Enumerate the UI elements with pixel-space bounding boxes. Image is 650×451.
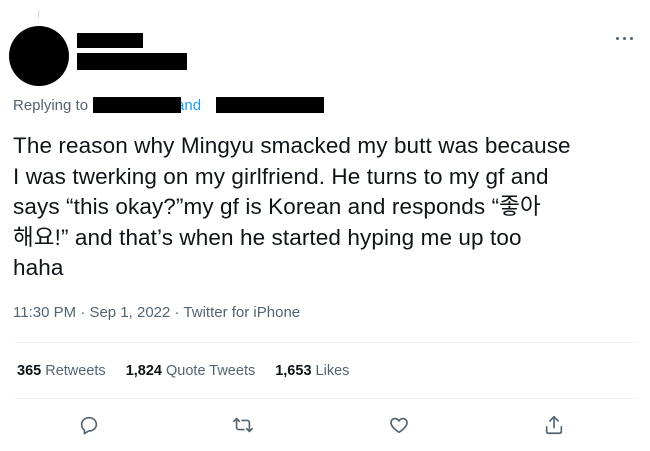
retweets-stat[interactable]: 365 Retweets — [17, 363, 106, 379]
redacted-mention-1[interactable] — [93, 97, 181, 113]
tweet-meta: 11:30 PM · Sep 1, 2022 · Twitter for iPh… — [13, 304, 301, 321]
engagement-stats: 365 Retweets 1,824 Quote Tweets 1,653 Like… — [17, 363, 369, 379]
divider-bottom — [13, 398, 637, 399]
likes-stat[interactable]: 1,653 Likes — [275, 363, 349, 379]
tweet-date[interactable]: Sep 1, 2022 — [89, 304, 170, 321]
retweet-icon — [233, 417, 253, 433]
divider-top — [13, 342, 637, 343]
action-bar — [0, 410, 650, 440]
tweet-time[interactable]: 11:30 PM — [13, 304, 76, 321]
like-button[interactable] — [384, 410, 414, 440]
redacted-mention-2[interactable] — [216, 97, 324, 113]
reply-icon — [80, 416, 98, 435]
share-icon — [545, 415, 563, 435]
retweet-button[interactable] — [228, 410, 258, 440]
more-horizontal-icon — [616, 37, 619, 40]
replying-to-label: Replying to — [13, 97, 89, 114]
avatar[interactable] — [9, 26, 69, 86]
more-options-button[interactable] — [612, 28, 638, 48]
reply-button[interactable] — [74, 410, 104, 440]
tweet-source: Twitter for iPhone — [183, 304, 301, 321]
tweet-card: Replying to and The reason why Mingyu sma… — [0, 0, 650, 451]
quote-tweets-stat[interactable]: 1,824 Quote Tweets — [126, 363, 256, 379]
share-button[interactable] — [539, 410, 569, 440]
redacted-display-name[interactable] — [77, 33, 143, 48]
heart-icon — [390, 417, 408, 434]
tweet-text: The reason why Mingyu smacked my butt wa… — [13, 133, 571, 280]
redacted-username[interactable] — [77, 53, 187, 70]
thread-connector-line — [38, 10, 39, 18]
